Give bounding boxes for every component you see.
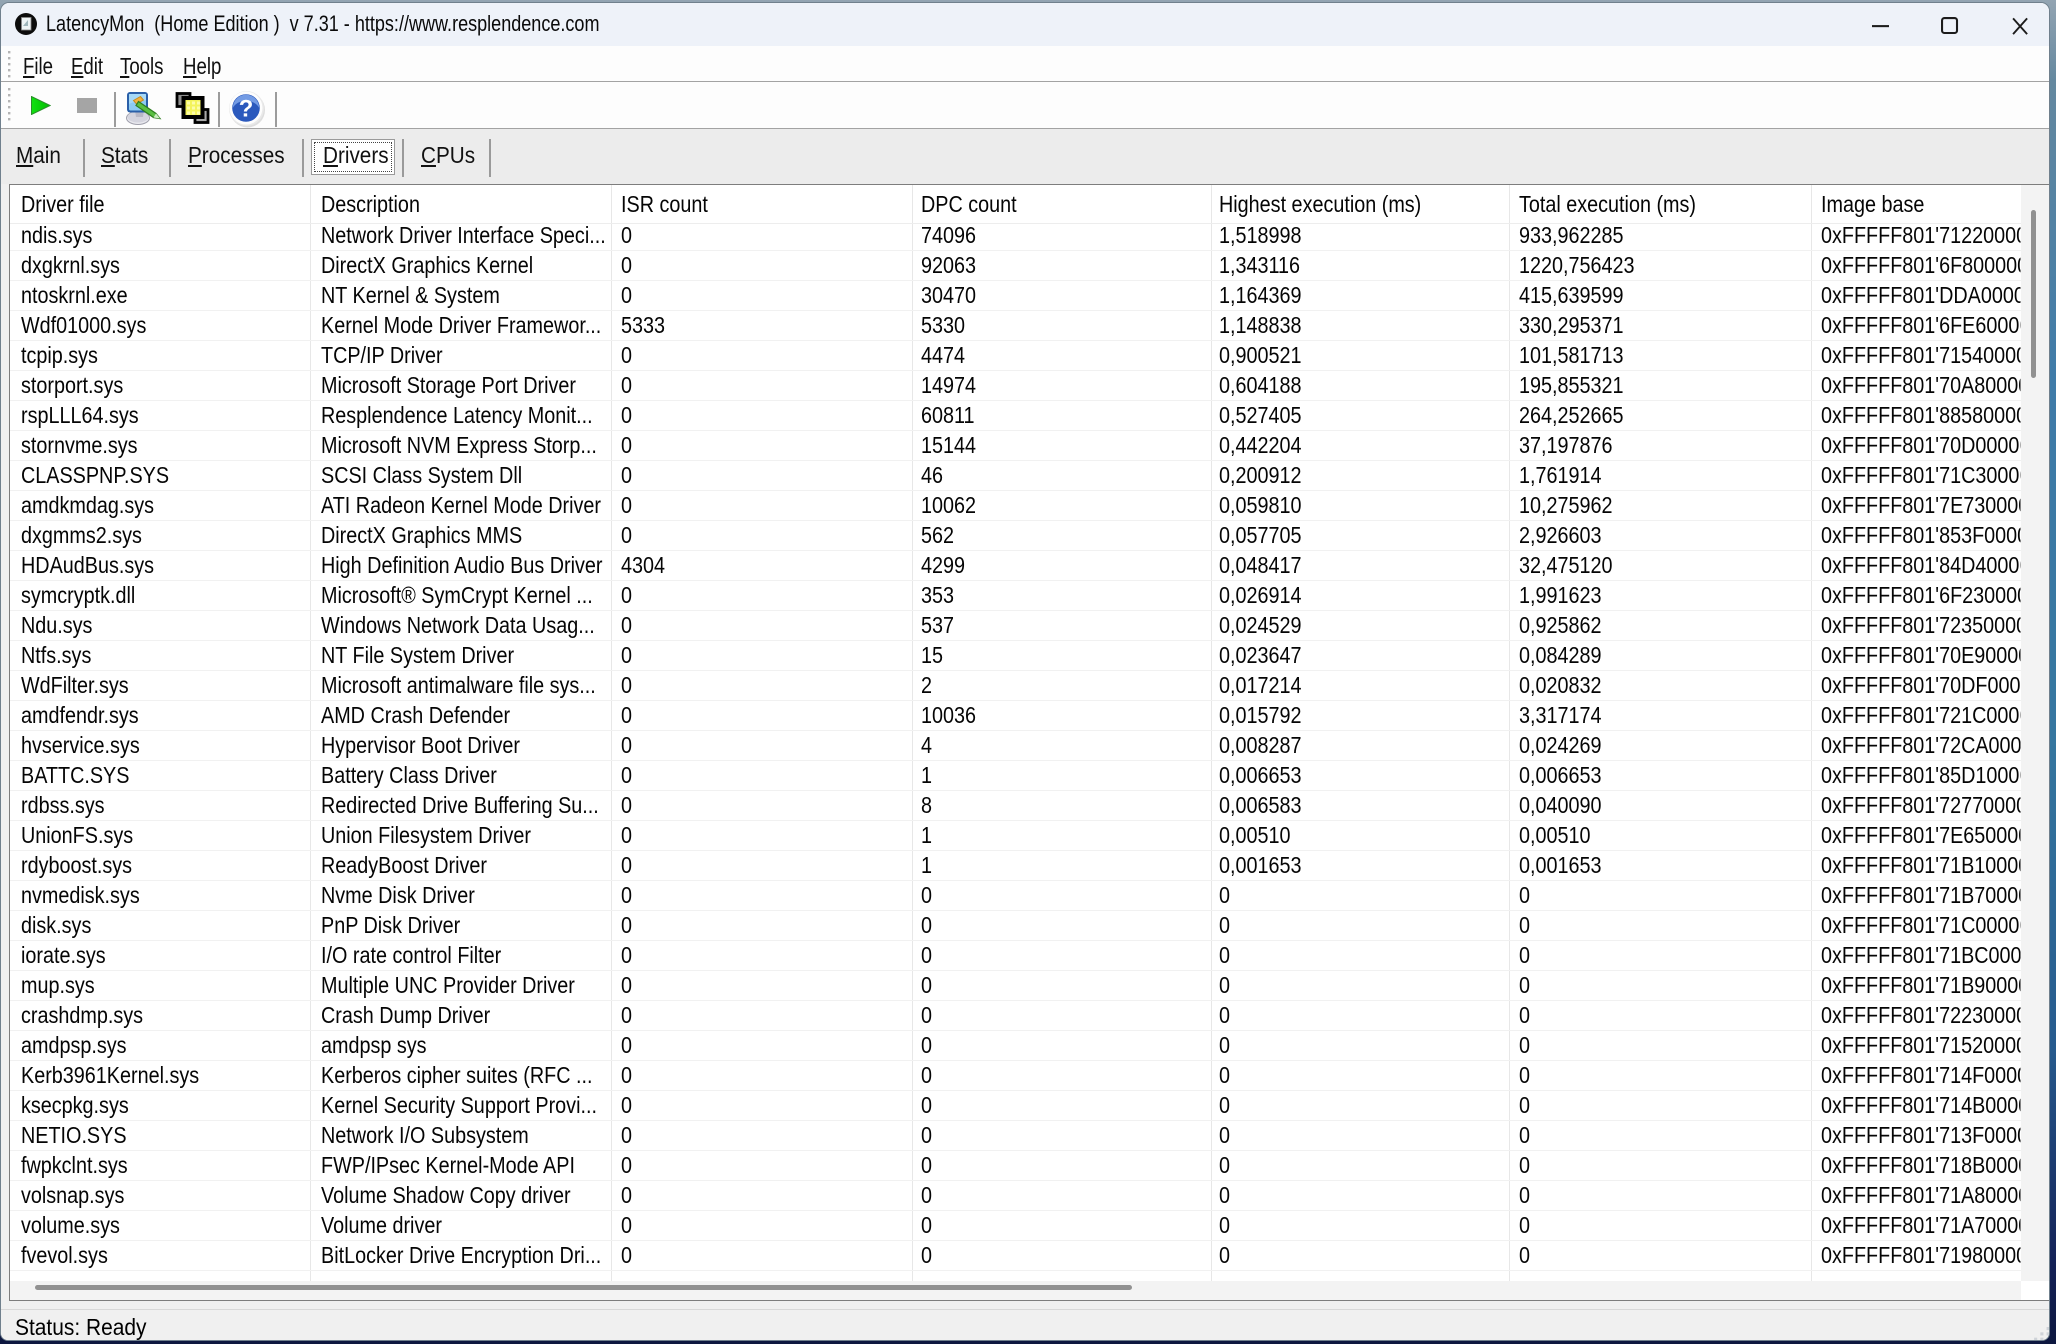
svg-text:?: ? (239, 96, 254, 123)
